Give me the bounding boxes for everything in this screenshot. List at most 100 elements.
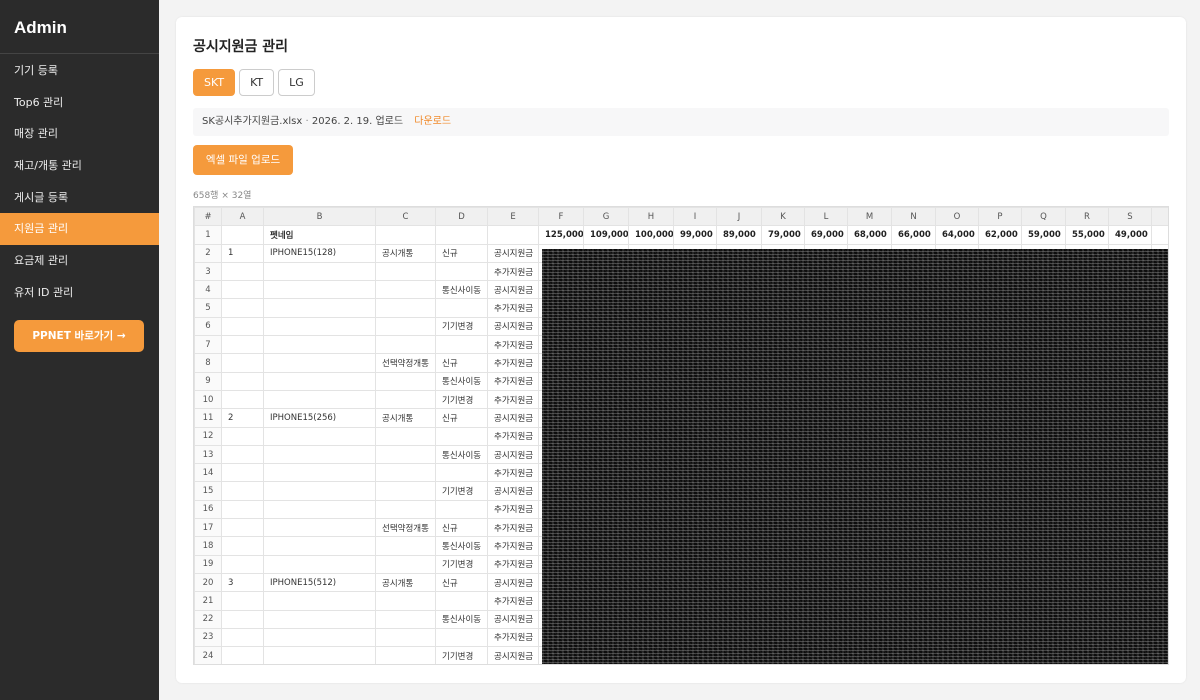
- grid-cell[interactable]: 공시지원금: [487, 444, 539, 465]
- grid-cell[interactable]: 62,000: [978, 225, 1022, 245]
- grid-cell[interactable]: [221, 554, 264, 574]
- sidebar-item[interactable]: 재고/개통 관리: [0, 150, 159, 182]
- grid-cell[interactable]: [221, 426, 264, 446]
- grid-cell[interactable]: 기기변경: [435, 389, 488, 410]
- grid-cell[interactable]: 통신사이동: [435, 536, 488, 556]
- column-header[interactable]: S: [1108, 207, 1152, 227]
- grid-cell[interactable]: 99,000: [673, 225, 717, 245]
- grid-cell[interactable]: [375, 609, 436, 629]
- grid-cell[interactable]: [221, 371, 264, 391]
- grid-cell[interactable]: [221, 646, 264, 664]
- column-header[interactable]: B: [263, 207, 376, 227]
- grid-cell[interactable]: 109,000: [583, 225, 629, 245]
- grid-cell[interactable]: 2: [221, 408, 264, 428]
- grid-cell[interactable]: 공시지원금: [487, 316, 539, 337]
- grid-cell[interactable]: [375, 646, 436, 664]
- grid-cell[interactable]: 125,000: [538, 225, 584, 245]
- grid-cell[interactable]: 추가지원금: [487, 298, 539, 318]
- grid-cell[interactable]: [263, 353, 376, 373]
- grid-cell[interactable]: [375, 426, 436, 446]
- grid-cell[interactable]: 추가지원금: [487, 335, 539, 355]
- grid-cell[interactable]: 3: [221, 572, 264, 593]
- download-link[interactable]: 다운로드: [414, 116, 451, 127]
- grid-cell[interactable]: [221, 609, 264, 629]
- grid-cell[interactable]: IPHONE15(128): [263, 243, 376, 263]
- grid-cell[interactable]: [221, 353, 264, 373]
- grid-cell[interactable]: 신규: [435, 518, 488, 538]
- grid-cell[interactable]: [435, 261, 488, 282]
- grid-cell[interactable]: [435, 225, 488, 245]
- tab-skt[interactable]: SKT: [193, 69, 236, 96]
- grid-cell[interactable]: [263, 335, 376, 355]
- grid-cell[interactable]: [263, 280, 376, 300]
- grid-cell[interactable]: 추가지원금: [487, 426, 539, 446]
- grid-cell[interactable]: 55,000: [1065, 225, 1109, 245]
- column-header[interactable]: C: [375, 207, 436, 227]
- grid-cell[interactable]: [375, 463, 436, 483]
- sidebar-item[interactable]: 지원금 관리: [0, 213, 159, 246]
- sidebar-item[interactable]: Top6 관리: [0, 87, 159, 119]
- grid-cell[interactable]: 49,000: [1108, 225, 1152, 245]
- grid-cell[interactable]: [435, 499, 488, 520]
- grid-cell[interactable]: [263, 298, 376, 318]
- grid-cell[interactable]: 공시개통: [375, 408, 436, 428]
- grid-cell[interactable]: 통신사이동: [435, 609, 488, 629]
- grid-cell[interactable]: [263, 389, 376, 410]
- grid-cell[interactable]: 신규: [435, 243, 488, 263]
- grid-cell[interactable]: [435, 426, 488, 446]
- grid-cell[interactable]: [263, 499, 376, 520]
- grid-cell[interactable]: 공시지원금: [487, 609, 539, 629]
- grid-cell[interactable]: [263, 627, 376, 648]
- grid-cell[interactable]: [375, 261, 436, 282]
- grid-cell[interactable]: 추가지원금: [487, 389, 539, 410]
- column-header[interactable]: I: [673, 207, 717, 227]
- grid-cell[interactable]: 공시지원금: [487, 481, 539, 501]
- grid-cell[interactable]: 기기변경: [435, 316, 488, 337]
- grid-cell[interactable]: [435, 591, 488, 611]
- grid-cell[interactable]: [263, 426, 376, 446]
- grid-cell[interactable]: 공시지원금: [487, 243, 539, 263]
- grid-cell[interactable]: [375, 298, 436, 318]
- grid-cell[interactable]: 64,000: [935, 225, 979, 245]
- column-header[interactable]: L: [804, 207, 848, 227]
- column-header[interactable]: G: [583, 207, 629, 227]
- grid-cell[interactable]: [263, 371, 376, 391]
- sidebar-item[interactable]: 유저 ID 관리: [0, 277, 159, 309]
- grid-cell[interactable]: 신규: [435, 572, 488, 593]
- grid-cell[interactable]: [221, 627, 264, 648]
- grid-cell[interactable]: [375, 591, 436, 611]
- grid-cell[interactable]: 선택약정개통: [375, 353, 436, 373]
- grid-cell[interactable]: [221, 481, 264, 501]
- grid-cell[interactable]: [221, 335, 264, 355]
- column-header[interactable]: Q: [1021, 207, 1066, 227]
- sidebar-item[interactable]: 게시글 등록: [0, 182, 159, 214]
- grid-cell[interactable]: 신규: [435, 353, 488, 373]
- grid-cell[interactable]: 추가지원금: [487, 499, 539, 520]
- grid-cell[interactable]: 69,000: [804, 225, 848, 245]
- column-header[interactable]: M: [847, 207, 892, 227]
- grid-cell[interactable]: 기기변경: [435, 554, 488, 574]
- grid-cell[interactable]: [221, 225, 264, 245]
- grid-cell[interactable]: 펫네임: [263, 225, 376, 245]
- grid-cell[interactable]: 추가지원금: [487, 261, 539, 282]
- grid-cell[interactable]: [375, 499, 436, 520]
- grid-cell[interactable]: 통신사이동: [435, 280, 488, 300]
- grid-cell[interactable]: [263, 518, 376, 538]
- grid-cell[interactable]: [263, 463, 376, 483]
- grid-cell[interactable]: [263, 554, 376, 574]
- grid-cell[interactable]: [435, 298, 488, 318]
- grid-cell[interactable]: 66,000: [891, 225, 936, 245]
- column-header[interactable]: T: [1151, 207, 1168, 227]
- grid-cell[interactable]: [221, 389, 264, 410]
- grid-cell[interactable]: [375, 316, 436, 337]
- column-header[interactable]: P: [978, 207, 1022, 227]
- grid-cell[interactable]: [435, 335, 488, 355]
- tab-lg[interactable]: LG: [278, 69, 315, 96]
- grid-cell[interactable]: 통신사이동: [435, 371, 488, 391]
- grid-cell[interactable]: [221, 298, 264, 318]
- ppnet-button[interactable]: PPNET 바로가기 →: [14, 320, 144, 352]
- grid-cell[interactable]: [263, 261, 376, 282]
- grid-cell[interactable]: [263, 481, 376, 501]
- grid-cell[interactable]: 추가지원금: [487, 554, 539, 574]
- grid-cell[interactable]: [221, 536, 264, 556]
